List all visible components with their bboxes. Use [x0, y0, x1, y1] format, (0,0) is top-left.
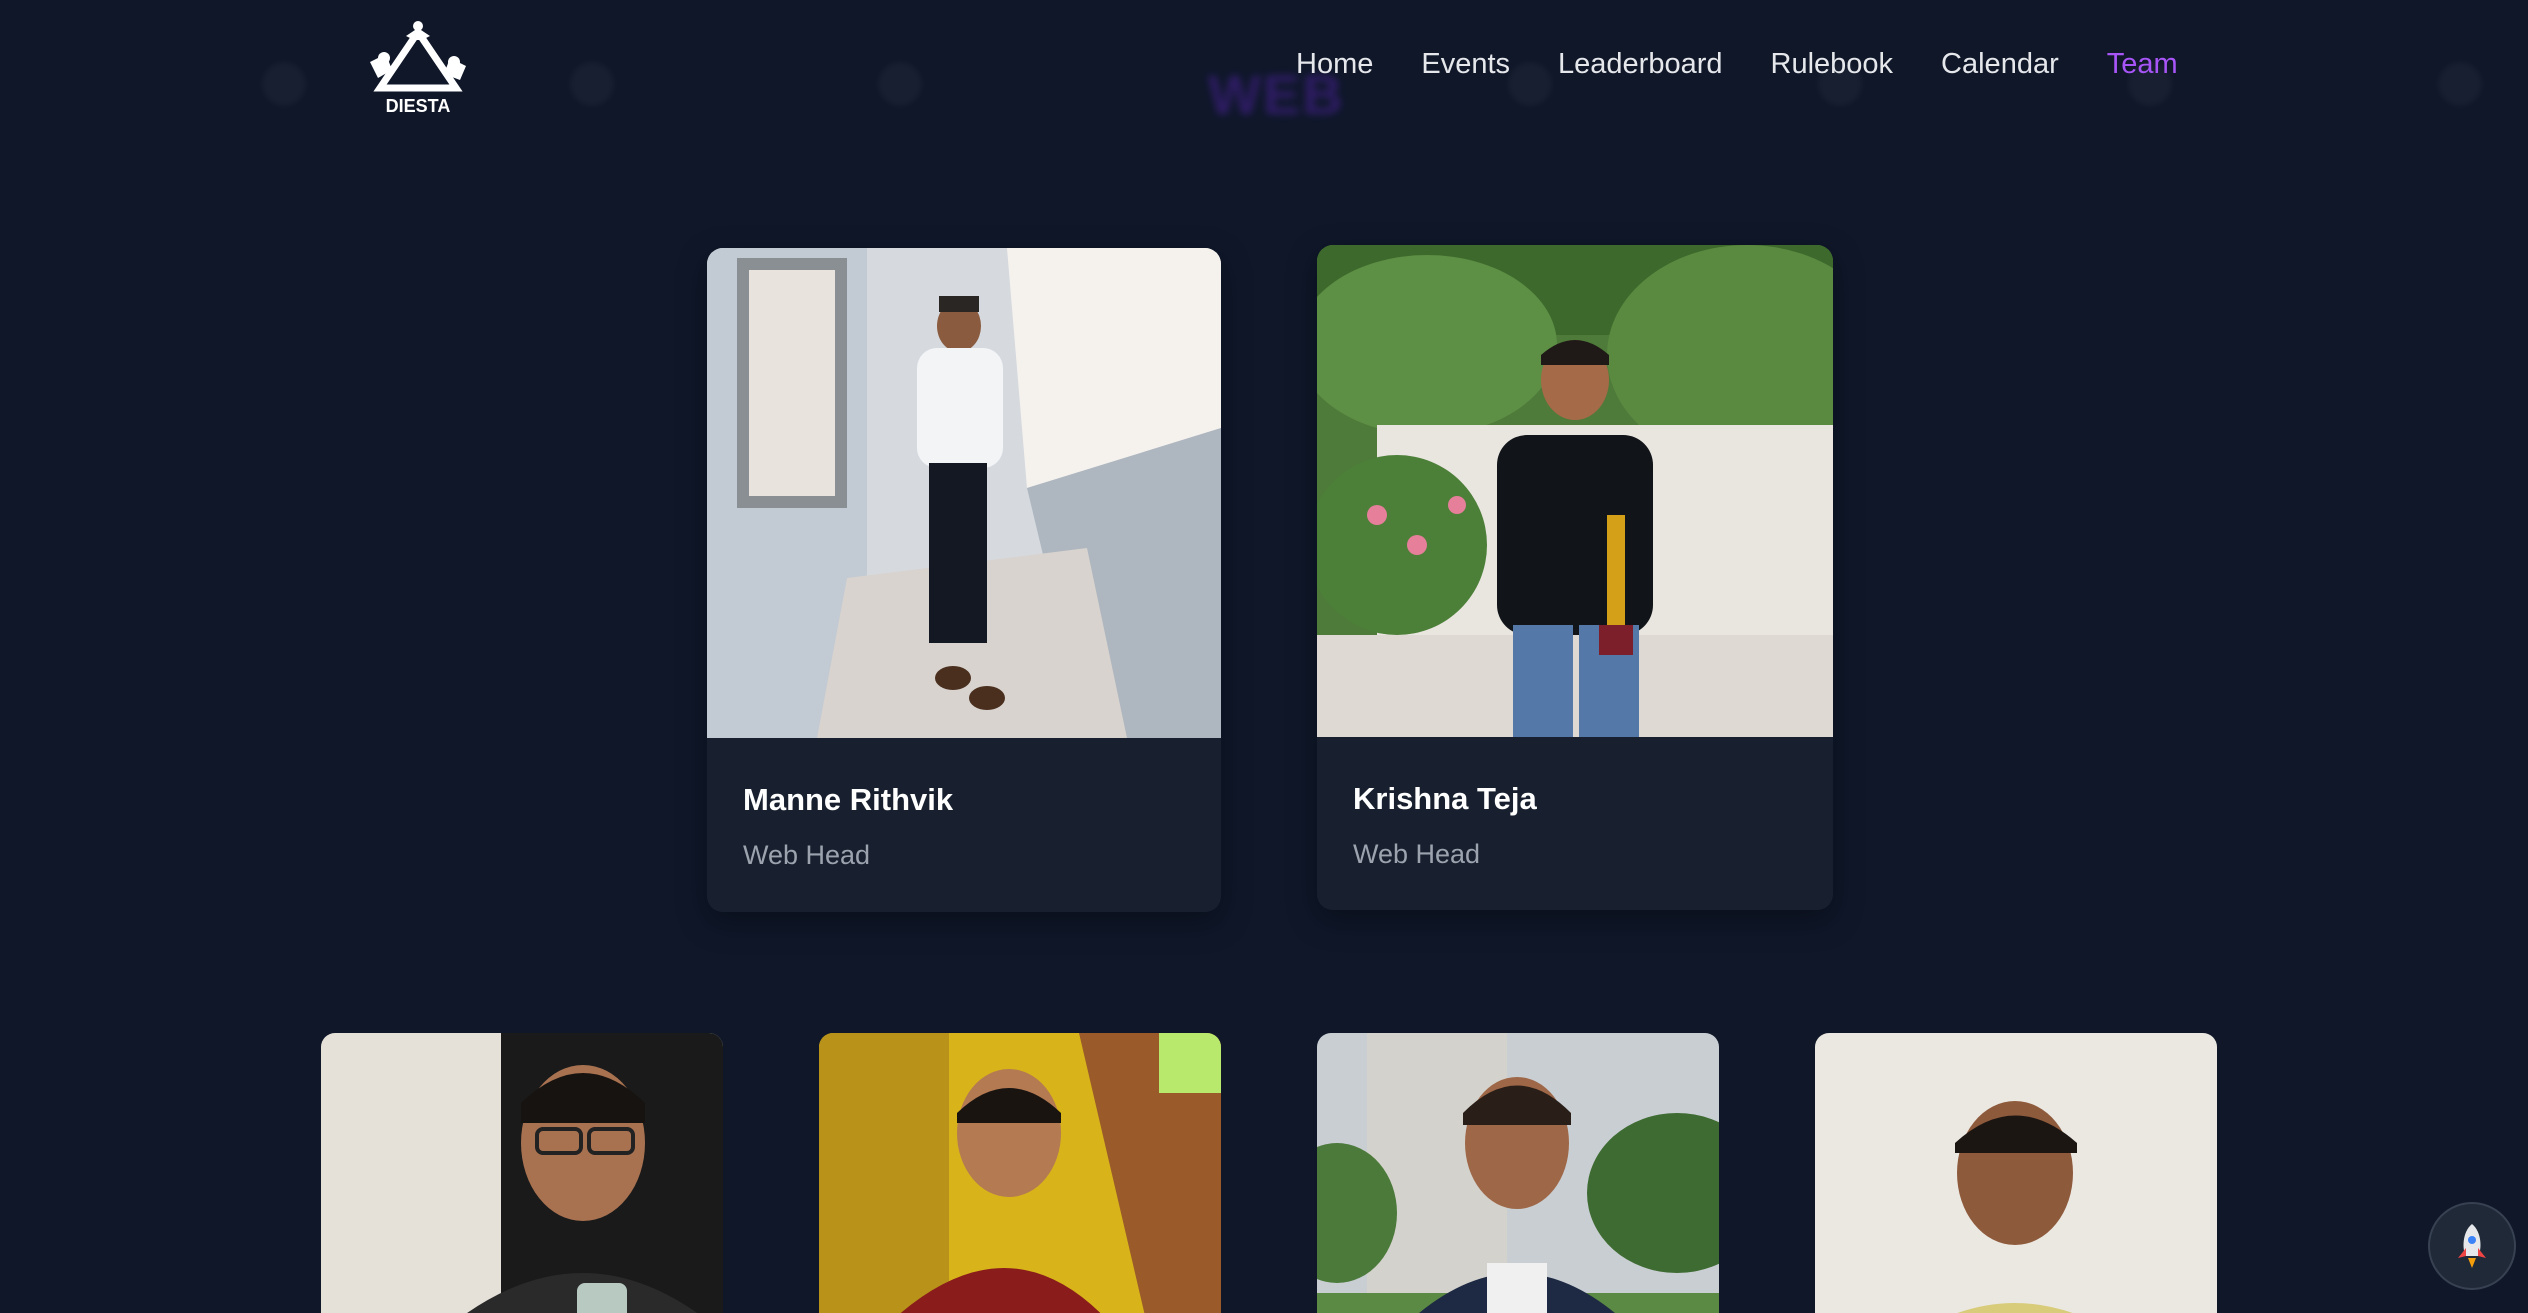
team-page: WEB DIESTA Home Events Leaderboard Ruleb…: [0, 0, 2528, 1313]
member-photo: [321, 1033, 723, 1313]
nav-events[interactable]: Events: [1421, 48, 1510, 81]
member-photo: [1317, 1033, 1719, 1313]
member-photo: [1815, 1033, 2217, 1313]
member-role: Web Head: [743, 840, 871, 870]
member-photo: [819, 1033, 1221, 1313]
member-photo: [1317, 245, 1833, 737]
diesta-logo[interactable]: DIESTA: [356, 18, 480, 118]
nav-rulebook[interactable]: Rulebook: [1771, 48, 1894, 81]
main-nav: Home Events Leaderboard Rulebook Calenda…: [1296, 48, 2178, 81]
team-card[interactable]: Krishna Teja Web Head: [1317, 245, 1833, 910]
nav-leaderboard[interactable]: Leaderboard: [1558, 48, 1722, 81]
rocket-icon: [2458, 1224, 2486, 1268]
member-card[interactable]: [1317, 1033, 1719, 1313]
member-photo: [707, 248, 1221, 738]
nav-home[interactable]: Home: [1296, 48, 1373, 81]
site-header: DIESTA Home Events Leaderboard Rulebook …: [0, 0, 2528, 140]
member-info: Krishna Teja Web Head: [1317, 737, 1833, 910]
scroll-to-top-button[interactable]: [2428, 1202, 2516, 1290]
logo-text: DIESTA: [386, 96, 451, 116]
member-card[interactable]: [321, 1033, 723, 1313]
nav-team[interactable]: Team: [2107, 48, 2178, 81]
nav-calendar[interactable]: Calendar: [1941, 48, 2059, 81]
member-card[interactable]: [819, 1033, 1221, 1313]
logo-graphic: DIESTA: [370, 21, 466, 116]
member-info: Manne Rithvik Web Head: [707, 738, 1221, 912]
member-name: Manne Rithvik: [743, 782, 954, 817]
member-name: Krishna Teja: [1353, 781, 1537, 816]
member-card[interactable]: [1815, 1033, 2217, 1313]
member-role: Web Head: [1353, 839, 1481, 869]
team-card[interactable]: Manne Rithvik Web Head: [707, 248, 1221, 912]
